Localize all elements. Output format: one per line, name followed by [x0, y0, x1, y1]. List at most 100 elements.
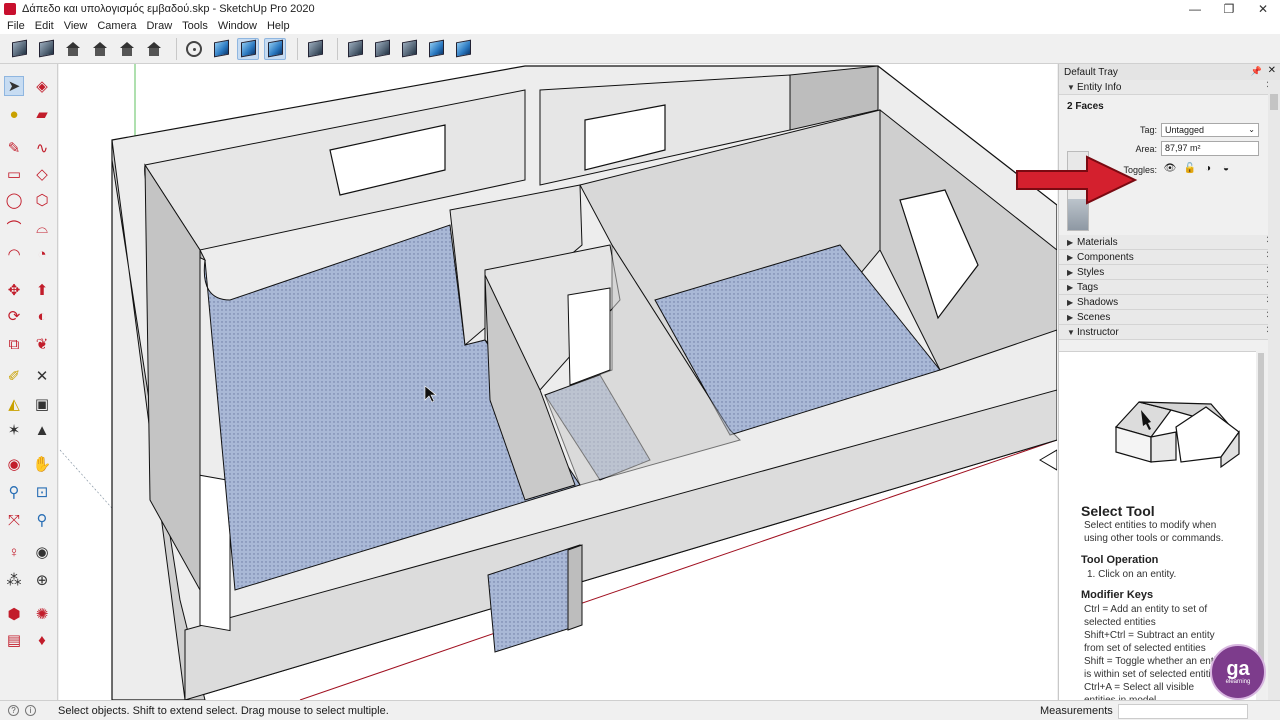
tray-scrollbar[interactable]: [1268, 80, 1280, 700]
top-view-button[interactable]: [35, 38, 57, 60]
instructor-panel-header[interactable]: ▼ Instructor ✕: [1059, 325, 1280, 340]
3d-text-button[interactable]: ▲: [32, 420, 52, 440]
materials-panel-header[interactable]: ▶ Materials ✕: [1059, 235, 1280, 250]
polygon-button[interactable]: ⬡: [32, 190, 52, 210]
area-field[interactable]: 87,97 m²: [1161, 141, 1259, 156]
menu-camera[interactable]: Camera: [92, 20, 141, 32]
3d-warehouse-button[interactable]: ⬢: [4, 604, 24, 624]
receive-shadows-icon[interactable]: ◒: [1219, 163, 1233, 175]
send-to-layout-button[interactable]: ▤: [4, 630, 24, 650]
extension-manager-button[interactable]: ♦: [32, 630, 52, 650]
tag-dropdown[interactable]: Untagged ⌄: [1161, 123, 1259, 137]
pin-icon[interactable]: 📌: [1251, 66, 1262, 77]
position-camera-button[interactable]: ♀: [4, 542, 24, 562]
tags-panel-header[interactable]: ▶ Tags ✕: [1059, 280, 1280, 295]
tray-scroll-thumb[interactable]: [1270, 94, 1278, 110]
zoom-window-button[interactable]: ⊡: [32, 482, 52, 502]
tray-close-icon[interactable]: ✕: [1268, 65, 1276, 76]
menu-help[interactable]: Help: [262, 20, 295, 32]
style-back-edges-button[interactable]: [371, 38, 393, 60]
styles-panel-header[interactable]: ▶ Styles ✕: [1059, 265, 1280, 280]
follow-me-button[interactable]: ◐: [32, 306, 52, 326]
line-tool-button[interactable]: ✎: [4, 138, 24, 158]
front-view-button[interactable]: [62, 38, 84, 60]
pie-button[interactable]: ◔: [32, 244, 52, 264]
back-view-button[interactable]: [116, 38, 138, 60]
lock-icon[interactable]: 🔓: [1183, 163, 1197, 175]
walk-button[interactable]: ⁂: [4, 570, 24, 590]
offset-tool-button[interactable]: ❦: [32, 334, 52, 354]
shaded-textures-button[interactable]: [264, 37, 286, 60]
pan-button[interactable]: ✋: [32, 454, 52, 474]
freehand-button[interactable]: ∿: [32, 138, 52, 158]
style-hidden-line-button[interactable]: [398, 38, 420, 60]
rotate-tool-button[interactable]: ⟳: [4, 306, 24, 326]
entity-info-header[interactable]: ▼ Entity Info ✕: [1059, 80, 1280, 95]
measurements-input[interactable]: [1118, 704, 1248, 719]
text-tool-button[interactable]: ▣: [32, 394, 52, 414]
extension-warehouse-button[interactable]: ✺: [32, 604, 52, 624]
rectangle-button[interactable]: ▭: [4, 164, 24, 184]
style-monochrome-button[interactable]: [452, 38, 474, 60]
style-xray-button[interactable]: [344, 38, 366, 60]
section-plane-button[interactable]: ⊕: [32, 570, 52, 590]
scale-tool-button[interactable]: ⧉: [4, 334, 24, 354]
menu-edit[interactable]: Edit: [30, 20, 59, 32]
credits-info-icon[interactable]: i: [25, 705, 36, 716]
menu-draw[interactable]: Draw: [141, 20, 177, 32]
circle-button[interactable]: ◯: [4, 190, 24, 210]
eraser-button[interactable]: ▰: [32, 104, 52, 124]
close-button[interactable]: ✕: [1246, 0, 1280, 18]
orbit-button[interactable]: ◉: [4, 454, 24, 474]
cast-shadows-icon[interactable]: ◑: [1201, 163, 1215, 175]
wireframe-button[interactable]: [210, 38, 232, 60]
axes-tool-button[interactable]: ✶: [4, 420, 24, 440]
model-viewport[interactable]: [59, 64, 1057, 700]
toolbar-separator: [176, 37, 177, 60]
left-view-button[interactable]: [143, 38, 165, 60]
minimize-button[interactable]: —: [1178, 0, 1212, 18]
instructor-scrollbar[interactable]: [1256, 351, 1266, 700]
menu-file[interactable]: File: [2, 20, 30, 32]
move-tool-button[interactable]: ✥: [4, 280, 24, 300]
toolbar-separator: [297, 37, 298, 60]
three-point-arc-button[interactable]: ◠: [4, 244, 24, 264]
look-around-button[interactable]: ◉: [32, 542, 52, 562]
floor-plan-model[interactable]: [59, 64, 1057, 700]
tape-measure-button[interactable]: ✐: [4, 366, 24, 386]
protractor-button[interactable]: ◭: [4, 394, 24, 414]
rotated-rectangle-button[interactable]: ◇: [32, 164, 52, 184]
push-pull-button[interactable]: ⬆: [32, 280, 52, 300]
two-point-arc-button[interactable]: ⌓: [32, 218, 52, 238]
style-shaded-button[interactable]: [425, 38, 447, 60]
select-tool-button[interactable]: ➤: [4, 76, 24, 96]
instructor-description-1: Select entities to modify when: [1084, 520, 1217, 531]
maximize-button[interactable]: ❐: [1212, 0, 1246, 18]
paint-bucket-button[interactable]: ●: [4, 104, 24, 124]
dimension-button[interactable]: ✕: [32, 366, 52, 386]
components-panel-header[interactable]: ▶ Components ✕: [1059, 250, 1280, 265]
instructor-title: Instructor: [1077, 326, 1119, 338]
shadows-panel-header[interactable]: ▶ Shadows ✕: [1059, 295, 1280, 310]
components-title: Components: [1077, 251, 1134, 263]
scenes-panel-header[interactable]: ▶ Scenes ✕: [1059, 310, 1280, 325]
component-button[interactable]: [304, 38, 326, 60]
menu-window[interactable]: Window: [213, 20, 262, 32]
shaded-button[interactable]: [237, 37, 259, 60]
menu-tools[interactable]: Tools: [177, 20, 213, 32]
make-component-button[interactable]: ◈: [32, 76, 52, 96]
right-view-button[interactable]: [89, 38, 111, 60]
xray-button[interactable]: [183, 38, 205, 60]
previous-view-button[interactable]: ⚲: [32, 510, 52, 530]
iso-view-button[interactable]: [8, 38, 30, 60]
zoom-button[interactable]: ⚲: [4, 482, 24, 502]
visibility-eye-icon[interactable]: 👁: [1163, 163, 1177, 175]
instructor-scroll-thumb[interactable]: [1258, 353, 1264, 683]
zoom-extents-button[interactable]: ⤧: [4, 510, 24, 530]
geo-location-icon[interactable]: ?: [8, 705, 19, 716]
arc-button[interactable]: ⌒: [4, 218, 24, 238]
right-view-icon: [92, 41, 108, 56]
front-view-icon: [65, 41, 81, 56]
menu-view[interactable]: View: [59, 20, 93, 32]
extension-warehouse-icon: ✺: [35, 605, 49, 623]
